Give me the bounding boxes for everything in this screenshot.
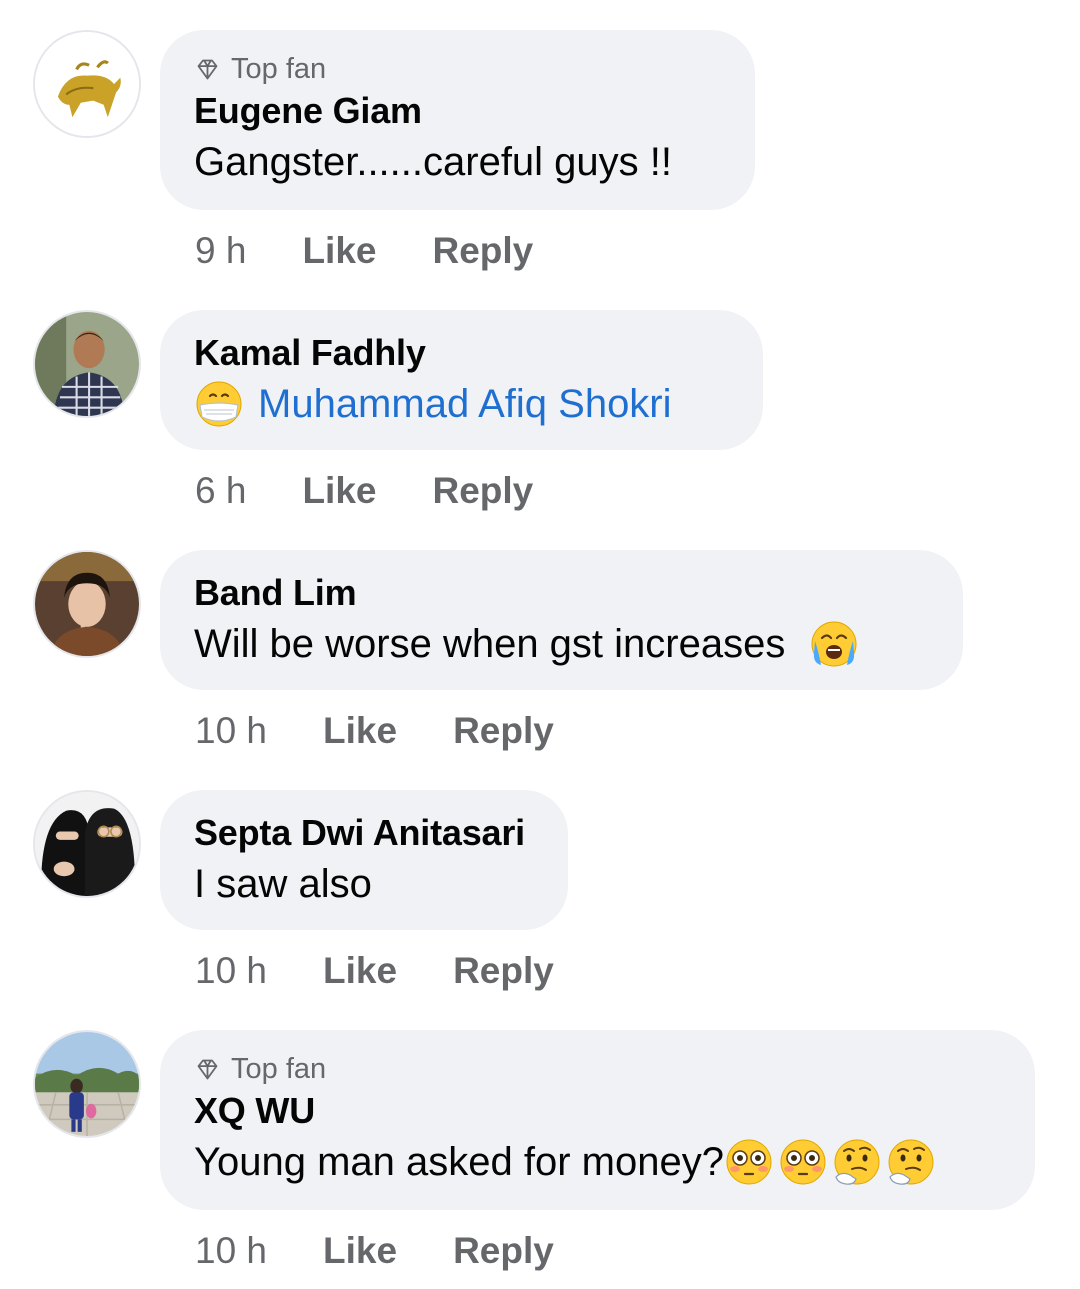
like-button[interactable]: Like bbox=[323, 710, 397, 752]
reply-button[interactable]: Reply bbox=[432, 230, 533, 272]
comment-bubble: Kamal Fadhly Muhammad Afiq Shokri bbox=[160, 310, 763, 450]
comment-body: Young man asked for money? bbox=[194, 1140, 724, 1184]
comment-actions: 10 h Like Reply bbox=[195, 1230, 554, 1272]
avatar[interactable] bbox=[33, 310, 141, 418]
flushed-face-icon bbox=[724, 1137, 774, 1187]
comment-text: Young man asked for money? bbox=[194, 1136, 1001, 1188]
top-fan-badge: Top fan bbox=[194, 1052, 1001, 1086]
comment-text: Will be worse when gst increases bbox=[194, 618, 929, 670]
badge-label: Top fan bbox=[231, 52, 327, 85]
commenter-name[interactable]: Band Lim bbox=[194, 572, 929, 614]
avatar[interactable] bbox=[33, 30, 141, 138]
comment-text: Muhammad Afiq Shokri bbox=[194, 378, 729, 430]
comment-text: I saw also bbox=[194, 862, 372, 906]
bull-statue-avatar-icon bbox=[35, 32, 139, 136]
comment-text: Gangster......careful guys !! bbox=[194, 140, 673, 184]
commenter-name[interactable]: Kamal Fadhly bbox=[194, 332, 729, 374]
timestamp[interactable]: 10 h bbox=[195, 950, 267, 992]
comment-bubble: Top fan Eugene Giam Gangster......carefu… bbox=[160, 30, 755, 210]
timestamp[interactable]: 9 h bbox=[195, 230, 246, 272]
thinking-face-icon bbox=[832, 1137, 882, 1187]
timestamp[interactable]: 10 h bbox=[195, 710, 267, 752]
flushed-face-icon bbox=[778, 1137, 828, 1187]
comment-actions: 9 h Like Reply bbox=[195, 230, 533, 272]
top-fan-badge: Top fan bbox=[194, 52, 721, 86]
badge-label: Top fan bbox=[231, 1052, 327, 1085]
comment-actions: 10 h Like Reply bbox=[195, 710, 554, 752]
commenter-name[interactable]: Eugene Giam bbox=[194, 90, 721, 132]
reply-button[interactable]: Reply bbox=[453, 950, 554, 992]
diamond-icon bbox=[197, 59, 218, 79]
like-button[interactable]: Like bbox=[302, 230, 376, 272]
like-button[interactable]: Like bbox=[302, 470, 376, 512]
avatar[interactable] bbox=[33, 790, 141, 898]
park-photo-avatar-icon bbox=[35, 1032, 139, 1136]
reply-button[interactable]: Reply bbox=[453, 1230, 554, 1272]
like-button[interactable]: Like bbox=[323, 950, 397, 992]
avatar[interactable] bbox=[33, 1030, 141, 1138]
niqab-illustration-avatar-icon bbox=[35, 792, 139, 896]
woman-portrait-avatar-icon bbox=[35, 552, 139, 656]
face-with-medical-mask-icon bbox=[194, 379, 244, 429]
commenter-name[interactable]: Septa Dwi Anitasari bbox=[194, 812, 534, 854]
comment-actions: 6 h Like Reply bbox=[195, 470, 533, 512]
thinking-face-icon bbox=[886, 1137, 936, 1187]
loudly-crying-face-icon bbox=[809, 619, 859, 669]
timestamp[interactable]: 10 h bbox=[195, 1230, 267, 1272]
reply-button[interactable]: Reply bbox=[453, 710, 554, 752]
comment-bubble: Septa Dwi Anitasari I saw also bbox=[160, 790, 568, 930]
timestamp[interactable]: 6 h bbox=[195, 470, 246, 512]
reply-button[interactable]: Reply bbox=[432, 470, 533, 512]
comment-bubble: Top fan XQ WU Young man asked for money? bbox=[160, 1030, 1035, 1210]
avatar[interactable] bbox=[33, 550, 141, 658]
comment-actions: 10 h Like Reply bbox=[195, 950, 554, 992]
like-button[interactable]: Like bbox=[323, 1230, 397, 1272]
diamond-icon bbox=[197, 1059, 218, 1079]
comment-body: Will be worse when gst increases bbox=[194, 622, 786, 666]
mention-link[interactable]: Muhammad Afiq Shokri bbox=[258, 378, 672, 430]
man-portrait-avatar-icon bbox=[35, 312, 139, 416]
comment-bubble: Band Lim Will be worse when gst increase… bbox=[160, 550, 963, 690]
commenter-name[interactable]: XQ WU bbox=[194, 1090, 1001, 1132]
